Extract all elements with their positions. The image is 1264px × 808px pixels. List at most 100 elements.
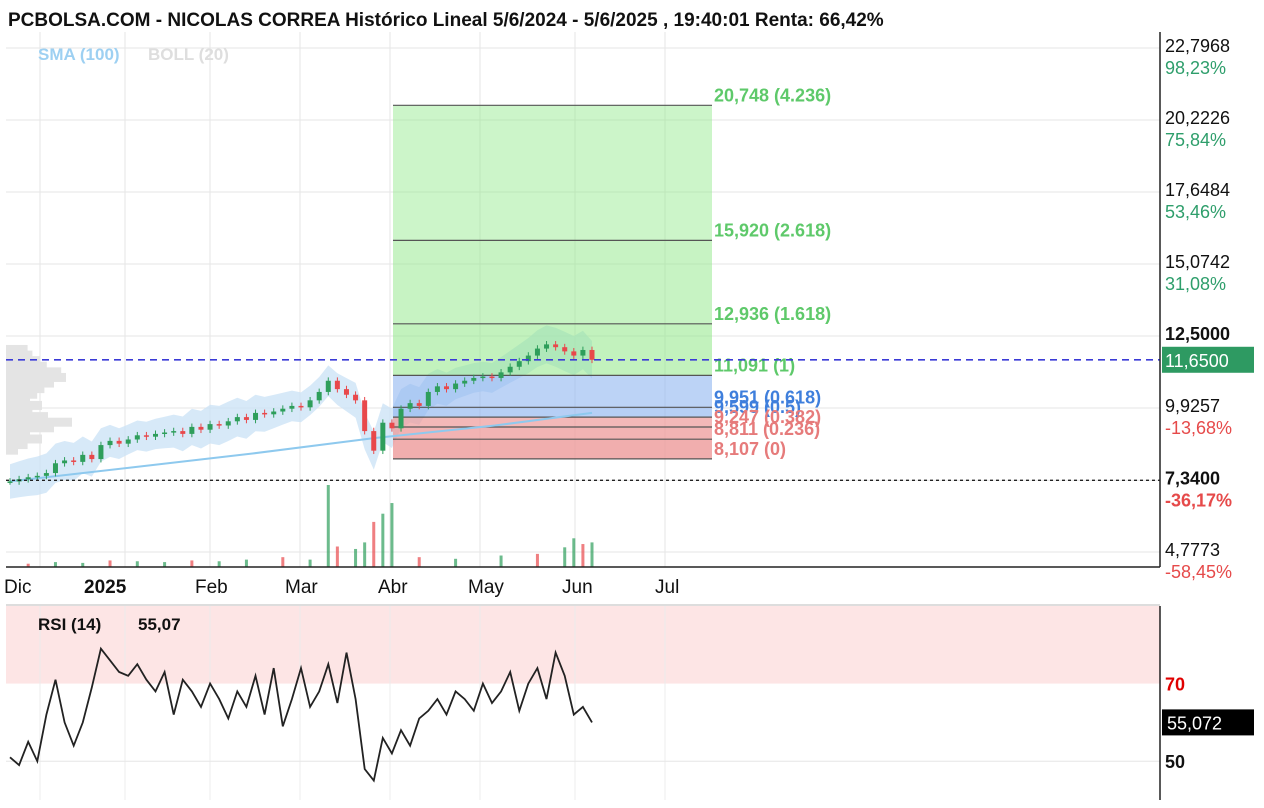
volume-bar (308, 559, 312, 567)
candle-body (371, 431, 377, 451)
volume-bar (454, 558, 458, 567)
percent-tick-label: -58,45% (1165, 562, 1232, 582)
last-price-label: 11,6500 (1165, 351, 1229, 371)
candle-body (7, 481, 13, 483)
candle-body (453, 383, 459, 390)
price-axis: 22,796898,23% 20,222675,84% 17,648453,46% 1… (1159, 32, 1254, 582)
volume-bar (217, 561, 221, 567)
time-tick-label: Dic (4, 577, 31, 598)
candle-body (380, 422, 386, 451)
fib-zone (393, 240, 712, 324)
candle-body (434, 386, 440, 392)
candle-body (52, 463, 58, 474)
volume-bar (244, 559, 248, 567)
candle-body (234, 417, 240, 422)
fib-zone (393, 426, 712, 440)
rsi-tick-70: 70 (1165, 675, 1185, 695)
candle-body (280, 408, 286, 412)
candle-body (407, 403, 413, 409)
candle-body (516, 361, 522, 367)
price-tick-label: 15,0742 (1165, 252, 1230, 272)
volume-bar (326, 485, 330, 567)
candle-body (425, 391, 431, 406)
volume-bar (354, 548, 358, 567)
rsi-tick-50: 50 (1165, 752, 1185, 772)
candle-body (534, 348, 540, 356)
candle-body (507, 366, 513, 373)
fib-level-label: 20,748 (4.236) (714, 85, 831, 105)
time-tick-label: May (468, 577, 504, 598)
candle-body (307, 400, 313, 408)
fib-level-label: 12,936 (1.618) (714, 304, 831, 324)
time-tick-label: Abr (378, 577, 408, 598)
volume-bar (590, 542, 594, 567)
candle-body (198, 426, 204, 430)
volume-bar (572, 538, 576, 567)
price-tick-label: 7,3400 (1165, 468, 1220, 488)
volume-bar (281, 557, 285, 567)
volume-bar (363, 542, 367, 567)
volume-bar (417, 557, 421, 567)
time-tick-label: 2025 (84, 577, 127, 598)
volume-bar (381, 513, 385, 567)
candle-body (334, 380, 340, 390)
candle-body (343, 389, 349, 395)
rsi-current-box-label: 55,072 (1167, 713, 1222, 733)
volume-profile-bar (6, 344, 28, 354)
candle-body (480, 376, 486, 379)
candle-body (62, 460, 68, 464)
volume-bar (563, 547, 567, 567)
candle-body (225, 421, 231, 426)
boll-indicator-label[interactable]: BOLL (20) (148, 45, 229, 64)
volume-bar (372, 521, 376, 567)
volume-bar (499, 555, 503, 567)
candle-body (89, 454, 95, 460)
price-tick-label: 20,2226 (1165, 108, 1230, 128)
sma-indicator-label[interactable]: SMA (100) (38, 45, 120, 64)
percent-tick-label: 75,84% (1165, 130, 1226, 150)
candle-body (125, 439, 131, 444)
candle-body (34, 475, 40, 478)
price-tick-label: 17,6484 (1165, 180, 1230, 200)
fib-zone (393, 375, 712, 408)
candle-body (571, 351, 577, 356)
candle-body (271, 411, 277, 415)
candle-body (389, 422, 395, 429)
candle-body (416, 403, 422, 406)
candle-body (489, 376, 495, 379)
candle-body (71, 460, 77, 462)
percent-tick-label: -13,68% (1165, 418, 1232, 438)
chart-title: PCBOLSA.COM - NICOLAS CORREA Histórico L… (8, 10, 884, 31)
volume-bar (581, 544, 585, 567)
percent-tick-label: 31,08% (1165, 274, 1226, 294)
candle-body (289, 405, 295, 409)
percent-tick-label: 53,46% (1165, 202, 1226, 222)
percent-tick-label: -36,17% (1165, 490, 1232, 510)
fib-level-label: 8,811 (0.236) (714, 419, 820, 439)
candle-body (143, 435, 149, 437)
fib-zone (393, 323, 712, 376)
candle-body (562, 347, 568, 352)
rsi-panel: 70 50 55,072 (6, 604, 1254, 800)
time-axis: Dic 2025 Feb Mar Abr May Jun Jul (4, 566, 1160, 598)
candle-body (353, 394, 359, 401)
percent-tick-label: 98,23% (1165, 58, 1226, 78)
candle-body (398, 408, 404, 429)
volume-bar (108, 560, 112, 567)
candle-body (153, 433, 158, 437)
candle-body (116, 440, 122, 444)
candle-body (325, 380, 331, 392)
candle-body (43, 473, 49, 476)
price-tick-label: 9,9257 (1165, 396, 1220, 416)
price-tick-label: 12,5000 (1165, 324, 1230, 344)
candle-body (462, 380, 468, 384)
candle-body (444, 386, 449, 390)
candle-body (589, 349, 595, 360)
time-tick-label: Jun (562, 577, 593, 598)
candle-body (262, 412, 268, 415)
rsi-indicator-label[interactable]: RSI (14) (38, 615, 101, 634)
rsi-current-value: 55,07 (138, 615, 181, 634)
time-tick-label: Feb (195, 577, 228, 598)
candle-body (298, 405, 304, 408)
fib-level-label: 8,107 (0) (714, 439, 786, 459)
